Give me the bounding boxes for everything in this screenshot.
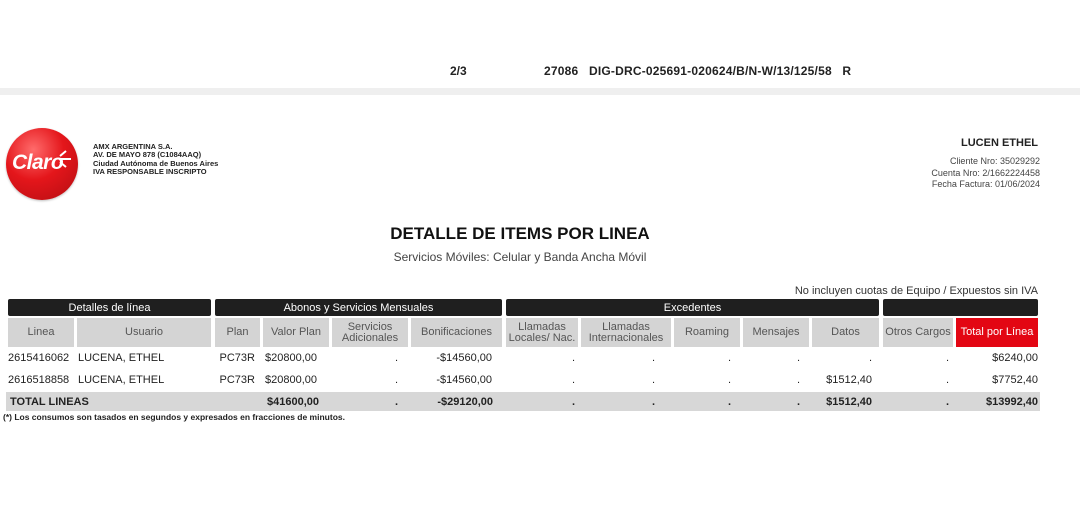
page-title: DETALLE DE ITEMS POR LINEA [390, 224, 650, 243]
col-usuario: Usuario [77, 318, 211, 347]
col-mensajes: Mensajes [743, 318, 809, 347]
total-valor-plan: $41600,00 [267, 396, 319, 408]
table-cell: . [945, 352, 949, 364]
footnote: (*) Los consumos son tasados en segundos… [3, 412, 345, 422]
document-code: 27086 DIG-DRC-025691-020624/B/N-W/13/125… [544, 64, 852, 78]
group-excedentes: Excedentes [506, 299, 879, 316]
company-tax: IVA RESPONSABLE INSCRIPTO [93, 167, 207, 177]
total-mensajes: . [796, 396, 800, 408]
table-cell: . [868, 352, 872, 364]
group-detalles: Detalles de línea [8, 299, 211, 316]
table-cell: $20800,00 [265, 352, 317, 364]
col-bonificaciones: Bonificaciones [411, 318, 502, 347]
customer-info: Cliente Nro: 35029292 Cuenta Nro: 2/1662… [931, 156, 1040, 191]
table-cell: -$14560,00 [436, 352, 492, 364]
total-servicios: . [394, 396, 398, 408]
table-cell: . [571, 352, 575, 364]
customer-name: LUCEN ETHEL [961, 137, 1038, 149]
col-linea: Linea [8, 318, 74, 347]
col-roaming: Roaming [674, 318, 740, 347]
table-cell: PC73R [219, 374, 255, 386]
table-cell: . [651, 352, 655, 364]
group-abonos: Abonos y Servicios Mensuales [215, 299, 502, 316]
col-datos: Datos [812, 318, 879, 347]
table-cell: . [796, 374, 800, 386]
claro-logo-text: Claro [12, 151, 64, 174]
table-cell: . [945, 374, 949, 386]
table-cell: $1512,40 [826, 374, 872, 386]
table-cell: . [571, 374, 575, 386]
total-bonificaciones: -$29120,00 [437, 396, 493, 408]
table-cell: 2616518858 [8, 374, 70, 386]
total-llamadas-internacionales: . [651, 396, 655, 408]
account-number: Cuenta Nro: 2/1662224458 [931, 167, 1040, 178]
col-servicios-adicionales: Servicios Adicionales [332, 318, 408, 347]
col-llamadas-locales: Llamadas Locales/ Nac. [506, 318, 578, 347]
client-number: Cliente Nro: 35029292 [949, 156, 1040, 166]
table-cell: . [727, 374, 731, 386]
table-cell: . [727, 352, 731, 364]
page-subtitle: Servicios Móviles: Celular y Banda Ancha… [393, 250, 647, 264]
table-cell: . [394, 374, 398, 386]
table-cell: $6240,00 [992, 352, 1038, 364]
invoice-date: Fecha Factura: 01/06/2024 [931, 179, 1040, 189]
table-cell: PC73R [219, 352, 255, 364]
col-llamadas-internacionales: Llamadas Internacionales [581, 318, 671, 347]
total-otros: . [945, 396, 949, 408]
total-roaming: . [727, 396, 731, 408]
logo-rays-icon [59, 150, 71, 168]
company-info: AMX ARGENTINA S.A. AV. DE MAYO 878 (C108… [93, 142, 218, 177]
table-cell: -$14560,00 [436, 374, 492, 386]
table-cell: . [394, 352, 398, 364]
col-total-por-linea: Total por Línea [956, 318, 1038, 347]
group-blank [883, 299, 1038, 316]
table-cell: . [796, 352, 800, 364]
total-label: TOTAL LINEAS [10, 396, 89, 408]
table-cell: . [651, 374, 655, 386]
table-cell: 2615416062 [8, 352, 70, 364]
iva-note: No incluyen cuotas de Equipo / Expuestos… [794, 285, 1038, 297]
table-cell: LUCENA, ETHEL [78, 352, 165, 364]
col-valor-plan: Valor Plan [263, 318, 329, 347]
total-por-linea: $13992,40 [986, 396, 1038, 408]
col-otros-cargos: Otros Cargos [883, 318, 953, 347]
table-cell: LUCENA, ETHEL [78, 374, 165, 386]
table-cell: $20800,00 [265, 374, 317, 386]
separator-bar [0, 88, 1080, 95]
table-cell: $7752,40 [992, 374, 1038, 386]
col-plan: Plan [215, 318, 260, 347]
total-datos: $1512,40 [826, 396, 872, 408]
total-llamadas-locales: . [571, 396, 575, 408]
page-number: 2/3 [450, 64, 467, 78]
